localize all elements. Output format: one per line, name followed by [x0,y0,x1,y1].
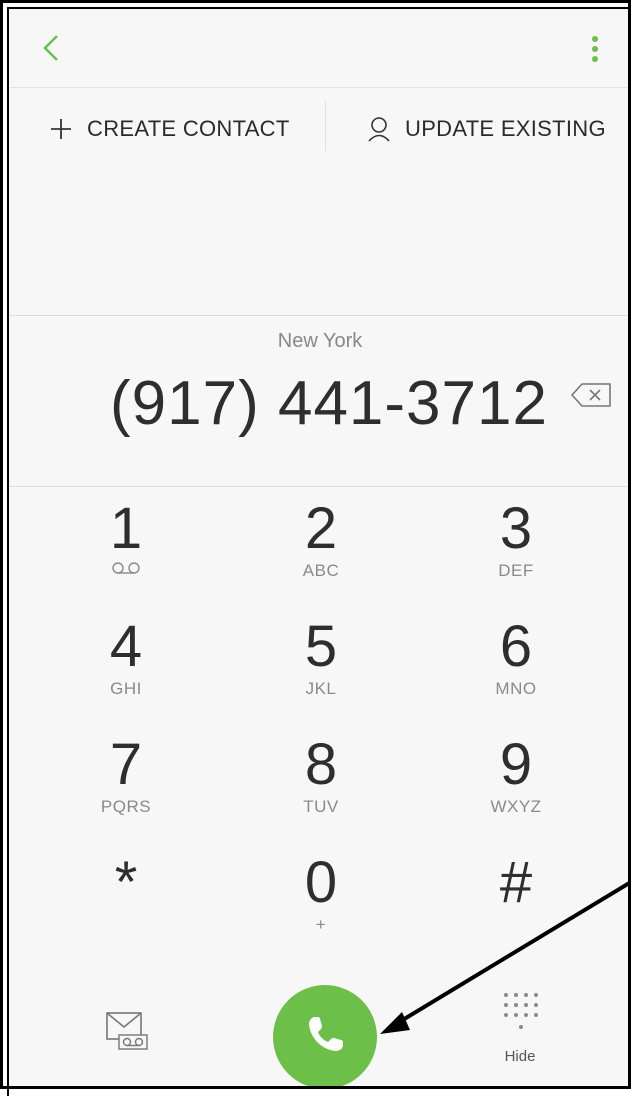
number-display: New York (917) 441-3712 [9,315,631,487]
key-letters: JKL [305,679,337,698]
key-star[interactable]: * [36,839,216,959]
key-0[interactable]: 0 + [231,839,411,959]
create-contact-label: CREATE CONTACT [87,116,290,141]
hide-keypad-button[interactable]: Hide [485,991,555,1081]
key-letters: ABC [302,561,340,580]
key-letters: TUV [303,797,339,816]
back-chevron-icon[interactable] [39,31,63,65]
key-8[interactable]: 8 TUV [231,721,411,841]
backspace-icon[interactable] [570,380,614,410]
key-digit: 3 [499,496,533,561]
update-existing-label: UPDATE EXISTING [405,116,606,141]
key-digit: 4 [109,614,143,679]
key-letters: + [315,915,327,934]
contact-actions: CREATE CONTACT UPDATE EXISTING [9,101,631,157]
key-digit: 7 [109,732,143,797]
key-6[interactable]: 6 MNO [426,603,606,723]
keypad-dots-icon [500,991,540,1040]
location-label: New York [277,330,363,352]
key-2[interactable]: 2 ABC [231,485,411,605]
key-5[interactable]: 5 JKL [231,603,411,723]
dialer-screen: CREATE CONTACT UPDATE EXISTING New York … [9,9,631,1089]
key-digit: 9 [499,732,533,797]
key-9[interactable]: 9 WXYZ [426,721,606,841]
hide-label: Hide [504,1048,536,1065]
dialed-number[interactable]: (917) 441-3712 [9,368,631,439]
voicemail-message-icon[interactable] [105,1011,149,1051]
key-digit: 0 [304,850,338,915]
key-digit: 6 [499,614,533,679]
key-letters: PQRS [100,797,152,816]
phone-icon [301,1011,349,1064]
key-letters: MNO [495,679,537,698]
key-digit: 8 [304,732,338,797]
divider [9,87,631,88]
bottom-bar: Hide [9,965,631,1089]
key-letters: GHI [110,679,142,698]
more-options-icon[interactable] [587,29,603,69]
key-hash[interactable]: # [426,839,606,959]
key-1[interactable]: 1 [36,485,216,605]
key-digit: * [114,850,138,915]
key-letters: DEF [498,561,534,580]
call-button[interactable] [273,985,377,1089]
action-separator [325,101,326,151]
person-icon [367,116,391,142]
key-digit: 5 [304,614,338,679]
key-digit: 1 [109,496,143,561]
key-digit: # [499,850,533,915]
key-letters: WXYZ [490,797,542,816]
key-3[interactable]: 3 DEF [426,485,606,605]
key-7[interactable]: 7 PQRS [36,721,216,841]
create-contact-button[interactable]: CREATE CONTACT [49,101,290,157]
key-digit: 2 [304,496,338,561]
top-bar [9,9,631,87]
update-existing-button[interactable]: UPDATE EXISTING [367,101,606,157]
plus-icon [49,117,73,141]
voicemail-icon [111,561,141,580]
keypad: 1 2 ABC 3 DEF 4 GHI 5 JKL 6 MNO 7 PQRS 8… [9,485,631,965]
key-4[interactable]: 4 GHI [36,603,216,723]
